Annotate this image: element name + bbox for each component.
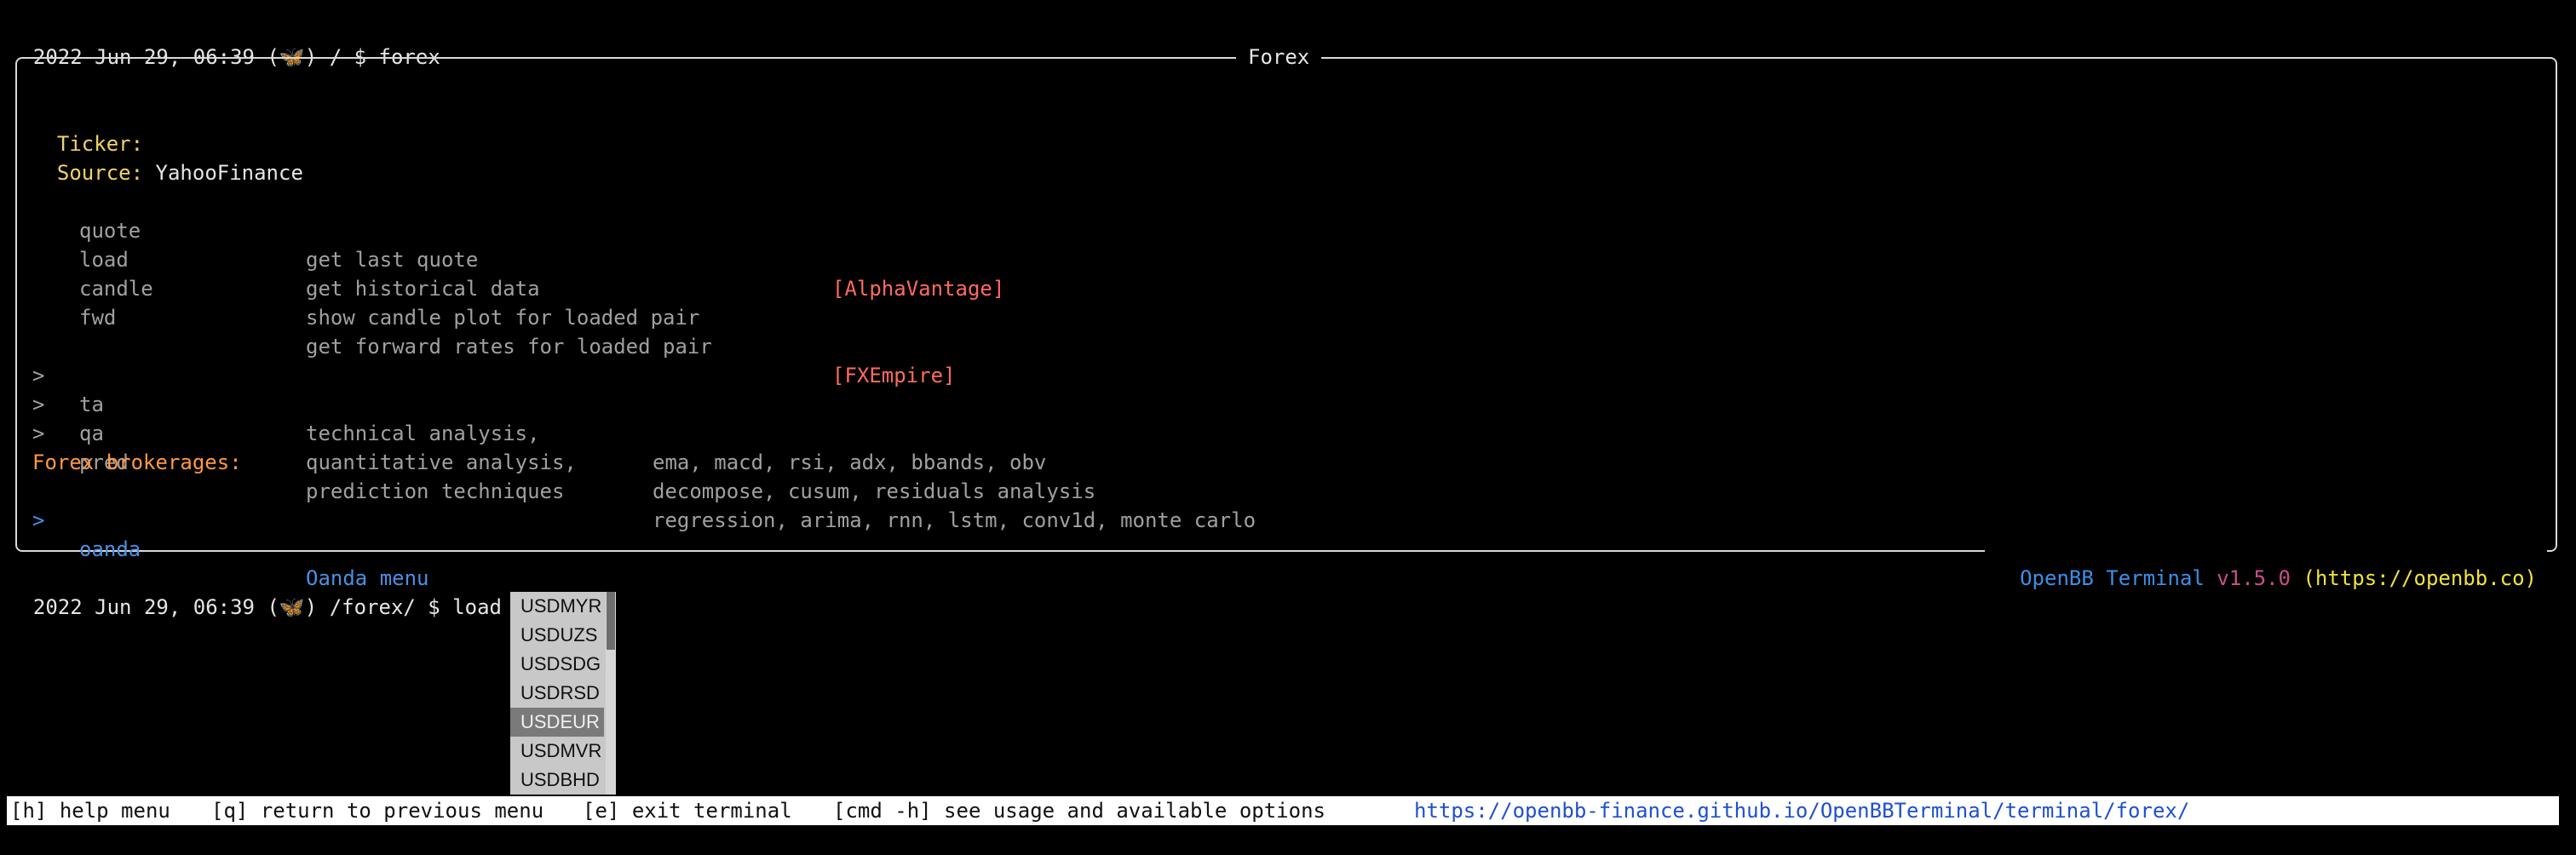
ticker-row: Ticker: <box>32 100 156 156</box>
command-name: candle <box>79 277 153 301</box>
autocomplete-dropdown[interactable]: USDMYR USDUZS USDSDG USDRSD USDEUR USDMV… <box>510 592 616 795</box>
submenu-desc: technical analysis, <box>306 422 540 445</box>
submenu-arrow: > <box>32 364 45 387</box>
source-label: Source: <box>56 161 144 185</box>
command-row-fwd[interactable]: fwd get forward rates for loaded pair [F… <box>0 274 956 387</box>
brokerage-row-oanda[interactable]: > oanda Oanda menu <box>0 477 429 590</box>
prompt-path: /forex/ $ <box>329 595 440 619</box>
command-source: [FXEmpire] <box>832 364 956 387</box>
help-key: [h] <box>10 799 48 823</box>
autocomplete-item-selected[interactable]: USDEUR <box>510 708 604 737</box>
exit-shortcut[interactable]: [e] exit terminal <box>583 796 792 825</box>
help-label: help menu <box>59 799 170 823</box>
submenu-desc: prediction techniques <box>306 479 565 503</box>
command-name: load <box>79 248 129 272</box>
footer-url[interactable]: (https://openbb.co) <box>2303 566 2537 590</box>
butterfly-icon: 🦋 <box>279 595 305 619</box>
submenu-row-qa[interactable]: > qa quantitative analysis, decompose, c… <box>0 361 1095 503</box>
usage-shortcut[interactable]: [cmd -h] see usage and available options <box>833 796 1325 825</box>
autocomplete-item[interactable]: USDRSD <box>510 679 604 708</box>
bottom-toolbar: [h] help menu [q] return to previous men… <box>7 796 2559 825</box>
panel-footer: OpenBB Terminal v1.5.0 (https://openbb.c… <box>1985 535 2547 593</box>
command-desc: get historical data <box>306 277 540 301</box>
submenu-name: ta <box>79 393 104 416</box>
command-desc: show candle plot for loaded pair <box>306 306 700 330</box>
submenu-detail: ema, macd, rsi, adx, bbands, obv <box>653 450 1047 474</box>
footer-openbb: OpenBB <box>2020 566 2094 590</box>
autocomplete-item[interactable]: USDSDG <box>510 650 604 679</box>
autocomplete-item[interactable]: USDBHD <box>510 766 604 795</box>
command-desc: get forward rates for loaded pair <box>306 335 712 359</box>
back-shortcut[interactable]: [q] return to previous menu <box>211 796 543 825</box>
submenu-detail: regression, arima, rnn, lstm, conv1d, mo… <box>653 508 1256 532</box>
usage-label: see usage and available options <box>944 799 1325 823</box>
brokerages-heading: Forex brokerages: <box>32 450 242 474</box>
footer-version: v1.5.0 <box>2217 566 2291 590</box>
prompt-timestamp: 2022 Jun 29, 06:39 <box>32 595 255 619</box>
command-name: quote <box>79 219 141 243</box>
source-row: Source: YahooFinance <box>32 129 303 185</box>
command-name: fwd <box>79 306 117 330</box>
exit-key: [e] <box>583 799 620 823</box>
footer-terminal: Terminal <box>2106 566 2205 590</box>
submenu-row-pred[interactable]: > pred prediction techniques regression,… <box>0 390 1256 532</box>
prompt-line-2[interactable]: 2022 Jun 29, 06:39 (🦋) /forex/ $ load US… <box>9 564 600 619</box>
submenu-arrow: > <box>32 422 45 445</box>
exit-label: exit terminal <box>631 799 792 823</box>
autocomplete-scrollbar[interactable] <box>606 592 616 795</box>
command-source: [AlphaVantage] <box>832 277 1005 301</box>
autocomplete-item[interactable]: USDMYR <box>510 592 604 621</box>
back-label: return to previous menu <box>260 799 544 823</box>
command-row-candle[interactable]: candle show candle plot for loaded pair <box>0 245 699 330</box>
usage-key: [cmd -h] <box>833 799 932 823</box>
source-value: YahooFinance <box>155 161 303 185</box>
brokerage-name: oanda <box>79 537 141 561</box>
submenu-desc: quantitative analysis, <box>306 450 577 474</box>
command-row-load[interactable]: load get historical data <box>0 216 540 301</box>
autocomplete-item[interactable]: USDUZS <box>510 621 604 650</box>
command-row-quote[interactable]: quote get last quote [AlphaVantage] <box>0 187 1004 301</box>
autocomplete-scrollbar-thumb[interactable] <box>607 592 615 650</box>
docs-link[interactable]: https://openbb-finance.github.io/OpenBBT… <box>1414 796 2189 825</box>
submenu-arrow: > <box>32 393 45 416</box>
panel-title: Forex <box>1236 43 1322 72</box>
prompt-line-1: 2022 Jun 29, 06:39 (🦋) / $ forex <box>32 45 440 69</box>
submenu-row-ta[interactable]: > ta technical analysis, ema, macd, rsi,… <box>0 332 1046 474</box>
brokerage-arrow: > <box>32 508 45 532</box>
command-desc: get last quote <box>306 248 479 272</box>
submenu-detail: decompose, cusum, residuals analysis <box>653 479 1096 503</box>
back-key: [q] <box>211 799 249 823</box>
help-shortcut[interactable]: [h] help menu <box>10 796 170 825</box>
submenu-name: qa <box>79 422 104 445</box>
autocomplete-item[interactable]: USDMVR <box>510 737 604 766</box>
